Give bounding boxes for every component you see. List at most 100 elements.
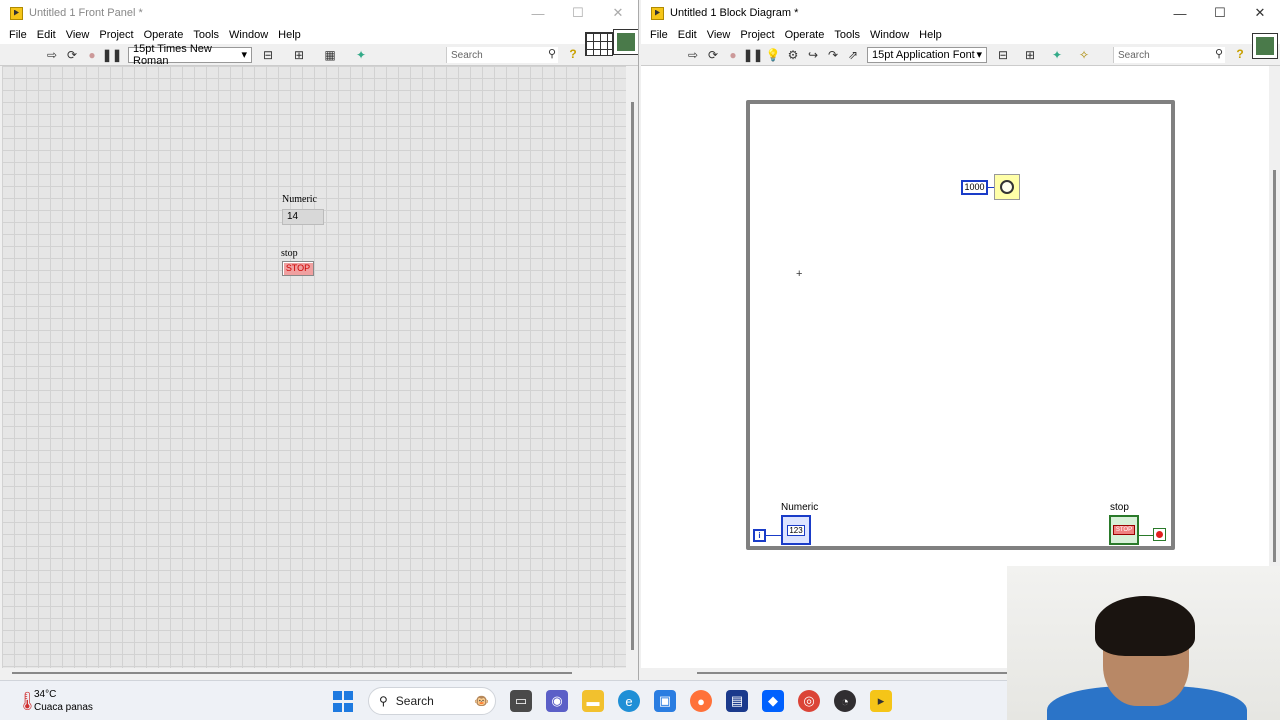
connector-pane-icon[interactable] [585, 32, 613, 56]
minimize-button[interactable]: — [1160, 0, 1200, 26]
thermometer-icon: 🌡 [16, 691, 39, 711]
numeric-indicator-terminal[interactable]: 123 [781, 515, 811, 545]
menu-tools[interactable]: Tools [829, 29, 865, 41]
menu-window[interactable]: Window [224, 29, 273, 41]
search-box[interactable]: Search ⚲ [446, 47, 558, 63]
block-diagram-toolbar: ⇨ ⟳ ● ❚❚ 💡 ⚙ ↪ ↷ ⇗ 15pt Application Font… [641, 44, 1280, 66]
menu-operate[interactable]: Operate [139, 29, 189, 41]
context-help-icon[interactable]: ? [566, 47, 580, 61]
pause-icon[interactable]: ❚❚ [102, 47, 122, 63]
highlight-execution-icon[interactable]: 💡 [764, 47, 782, 63]
reorder-icon[interactable]: ✦ [1048, 47, 1066, 63]
stop-button[interactable]: STOP [282, 261, 314, 276]
scroll-thumb[interactable] [697, 672, 1017, 674]
menu-edit[interactable]: Edit [673, 29, 702, 41]
maximize-button[interactable]: ☐ [558, 0, 598, 26]
while-loop[interactable] [746, 100, 1175, 550]
chat-icon[interactable]: ◉ [546, 690, 568, 712]
taskbar-search-label: Search [395, 694, 434, 708]
numeric-terminal-label: Numeric [781, 502, 819, 513]
menu-view[interactable]: View [702, 29, 736, 41]
font-dropdown[interactable]: 15pt Times New Roman ▾ [128, 43, 252, 67]
align-objects-icon[interactable]: ⊟ [994, 47, 1012, 63]
scroll-thumb[interactable] [12, 672, 572, 674]
maximize-button[interactable]: ☐ [1200, 0, 1240, 26]
run-continuously-icon[interactable]: ⟳ [704, 47, 722, 63]
retain-wire-values-icon[interactable]: ⚙ [784, 47, 802, 63]
minimize-button[interactable]: — [518, 0, 558, 26]
numeric-label: Numeric [282, 194, 317, 205]
pause-icon[interactable]: ❚❚ [743, 47, 763, 63]
wait-ms-function[interactable] [994, 174, 1020, 200]
distribute-objects-icon[interactable]: ⊞ [290, 47, 308, 63]
menu-edit[interactable]: Edit [32, 29, 61, 41]
app-icon[interactable]: ▤ [726, 690, 748, 712]
search-box[interactable]: Search ⚲ [1113, 47, 1225, 63]
front-panel-canvas[interactable]: Numeric 14 stop STOP [2, 66, 626, 668]
windows-start-icon[interactable] [332, 690, 354, 712]
vertical-scrollbar[interactable] [627, 66, 637, 668]
weather-widget[interactable]: 🌡 34°C Cuaca panas [16, 688, 93, 714]
iteration-terminal[interactable]: i [753, 529, 766, 542]
menu-project[interactable]: Project [735, 29, 779, 41]
step-into-icon[interactable]: ↪ [804, 47, 822, 63]
weather-description: Cuaca panas [34, 702, 93, 713]
file-explorer-icon[interactable]: ▬ [582, 690, 604, 712]
wire[interactable] [1139, 535, 1153, 536]
taskbar-search[interactable]: ⚲ Search 🐵 [368, 687, 496, 715]
task-view-icon[interactable]: ▭ [510, 690, 532, 712]
firefox-icon[interactable]: ● [690, 690, 712, 712]
dropbox-icon[interactable]: ◆ [762, 690, 784, 712]
loop-condition-terminal[interactable] [1153, 528, 1166, 541]
numeric-indicator[interactable]: 14 [282, 209, 324, 225]
menu-tools[interactable]: Tools [188, 29, 224, 41]
front-panel-window: Untitled 1 Front Panel * — ☐ ✕ File Edit… [0, 0, 639, 680]
wait-constant[interactable]: 1000 [961, 180, 988, 195]
menu-window[interactable]: Window [865, 29, 914, 41]
close-button[interactable]: ✕ [598, 0, 638, 26]
close-button[interactable]: ✕ [1240, 0, 1280, 26]
font-dropdown[interactable]: 15pt Application Font ▾ [867, 46, 987, 63]
search-icon[interactable]: ⚲ [1215, 47, 1223, 60]
wire[interactable] [766, 535, 781, 536]
menu-project[interactable]: Project [94, 29, 138, 41]
stop-button-terminal[interactable]: STOP [1109, 515, 1139, 545]
clock-icon [1000, 180, 1014, 194]
vi-icon[interactable] [613, 29, 638, 55]
chevron-down-icon: ▾ [976, 49, 982, 61]
step-out-icon[interactable]: ⇗ [844, 47, 862, 63]
microsoft-store-icon[interactable]: ▣ [654, 690, 676, 712]
abort-icon[interactable]: ● [83, 47, 101, 63]
search-icon[interactable]: ⚲ [548, 47, 556, 60]
align-objects-icon[interactable]: ⊟ [259, 47, 277, 63]
abort-icon[interactable]: ● [724, 47, 742, 63]
run-arrow-icon[interactable]: ⇨ [43, 47, 61, 63]
context-help-icon[interactable]: ? [1233, 47, 1247, 61]
resize-objects-icon[interactable]: ▦ [321, 47, 339, 63]
chrome-icon[interactable]: ◎ [798, 690, 820, 712]
vi-icon[interactable] [1252, 33, 1278, 59]
run-continuously-icon[interactable]: ⟳ [63, 47, 81, 63]
stop-terminal-text: STOP [1112, 525, 1136, 535]
menu-file[interactable]: File [4, 29, 32, 41]
clean-up-diagram-icon[interactable]: ✧ [1075, 47, 1093, 63]
edge-browser-icon[interactable]: e [618, 690, 640, 712]
scroll-thumb[interactable] [631, 102, 634, 650]
labview-taskbar-icon[interactable]: ▸ [870, 690, 892, 712]
menu-file[interactable]: File [645, 29, 673, 41]
scroll-thumb[interactable] [1273, 170, 1276, 562]
menu-help[interactable]: Help [914, 29, 947, 41]
search-input[interactable]: Search [451, 50, 483, 61]
step-over-icon[interactable]: ↷ [824, 47, 842, 63]
menu-bar: File Edit View Project Operate Tools Win… [0, 26, 638, 44]
menu-view[interactable]: View [61, 29, 95, 41]
obs-icon[interactable]: ◔ [834, 690, 856, 712]
run-arrow-icon[interactable]: ⇨ [684, 47, 702, 63]
distribute-objects-icon[interactable]: ⊞ [1021, 47, 1039, 63]
font-dropdown-value: 15pt Times New Roman [133, 42, 212, 67]
menu-operate[interactable]: Operate [780, 29, 830, 41]
reorder-icon[interactable]: ✦ [352, 47, 370, 63]
horizontal-scrollbar[interactable] [2, 668, 626, 678]
search-input[interactable]: Search [1118, 50, 1150, 61]
menu-help[interactable]: Help [273, 29, 306, 41]
